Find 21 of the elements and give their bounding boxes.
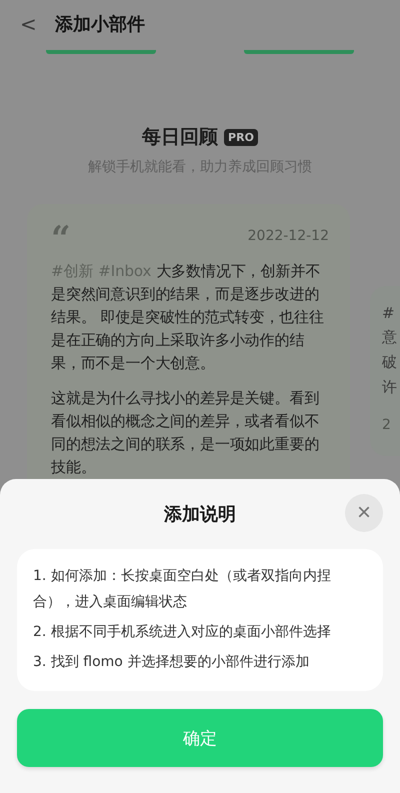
note-text: 意 bbox=[382, 328, 398, 347]
tab-indicator[interactable] bbox=[46, 50, 156, 54]
memo-card[interactable]: # 意 破 许 2 bbox=[370, 286, 400, 456]
card-date: 2022-12-12 bbox=[248, 228, 329, 244]
sheet-title: 添加说明 bbox=[164, 503, 236, 526]
note-text: 这就是为什么寻找小的差异是关键。看到看似相似的概念之间的差异，或者看似不同的想法之间的联系，是一项如此重要的技能。 bbox=[51, 388, 320, 478]
instruction-text: 2. 根据不同手机系统进入对应的桌面小部件选择 bbox=[33, 623, 332, 642]
note-text: # bbox=[382, 304, 396, 322]
quote-mark: “ bbox=[51, 224, 71, 248]
confirm-button[interactable]: 确定 bbox=[17, 709, 383, 767]
note-text: 许 bbox=[382, 378, 398, 397]
instruction-text: 1. 如何添加：长按桌面空白处（或者双指向内捏合），进入桌面编辑状态 bbox=[33, 567, 332, 612]
tab-indicator[interactable] bbox=[244, 50, 354, 54]
close-button[interactable]: × bbox=[345, 494, 383, 532]
back-button[interactable]: < bbox=[20, 12, 37, 36]
instruction-text: 3. 找到 flomo 并选择想要的小部件进行添加 bbox=[33, 653, 310, 672]
card-date: 2 bbox=[382, 417, 392, 433]
widget-title: 每日回顾 bbox=[142, 125, 218, 150]
note-text: 破 bbox=[382, 353, 398, 372]
pro-badge: PRO bbox=[224, 128, 258, 146]
page-title: 添加小部件 bbox=[54, 13, 145, 36]
